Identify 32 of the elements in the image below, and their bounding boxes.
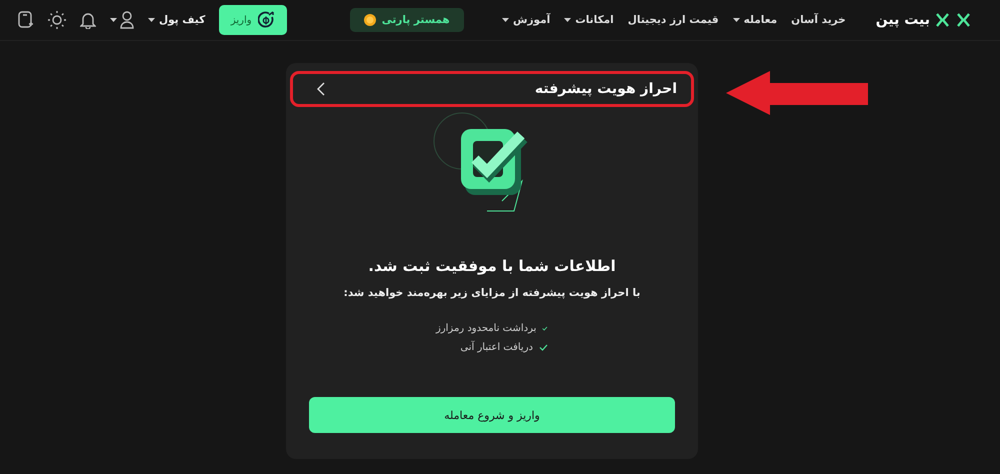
benefit-text: برداشت نامحدود رمزارز xyxy=(436,323,536,334)
back-button[interactable] xyxy=(317,82,325,96)
nav-menu-item[interactable]: معامله xyxy=(732,14,778,26)
sun-icon xyxy=(48,11,66,29)
check-icon xyxy=(542,325,548,332)
download-app-button[interactable] xyxy=(18,11,34,29)
notifications-button[interactable] xyxy=(80,11,96,29)
brand-name: بیت پین xyxy=(876,12,930,28)
card-title: احراز هویت پیشرفته xyxy=(534,81,677,97)
coin-icon xyxy=(364,14,376,26)
user-menu[interactable] xyxy=(110,11,134,29)
deposit-and-trade-button[interactable]: واریز و شروع معامله xyxy=(309,397,675,433)
benefits-intro: با احراز هویت پیشرفته از مزایای زیر بهره‌مند خواهید شد: xyxy=(344,287,640,299)
deposit-button[interactable]: واریز xyxy=(219,5,288,35)
check-icon xyxy=(539,344,548,351)
benefit-text: دریافت اعتبار آنی xyxy=(460,342,533,353)
logo-icon xyxy=(936,13,970,27)
wallet-menu[interactable]: کیف پول xyxy=(148,14,206,26)
nav-menu-item[interactable]: آموزش xyxy=(502,14,550,26)
caret-icon xyxy=(148,18,155,22)
chevron-left-icon xyxy=(317,82,325,96)
bell-icon xyxy=(80,11,96,29)
partner-button[interactable]: همستر پارتی xyxy=(350,8,464,32)
caret-icon xyxy=(110,18,117,22)
nav-menu-item[interactable]: خرید آسان xyxy=(791,14,846,26)
theme-button[interactable] xyxy=(48,11,66,29)
nav-menu-item[interactable]: قیمت ارز دیجیتال xyxy=(628,14,719,26)
nav-menu-item[interactable]: امکانات xyxy=(564,14,614,26)
mobile-icon xyxy=(18,11,34,29)
success-heading: اطلاعات شما با موفقیت ثبت شد. xyxy=(368,257,616,275)
user-icon xyxy=(120,11,134,29)
dollar-coin-icon xyxy=(258,11,276,29)
